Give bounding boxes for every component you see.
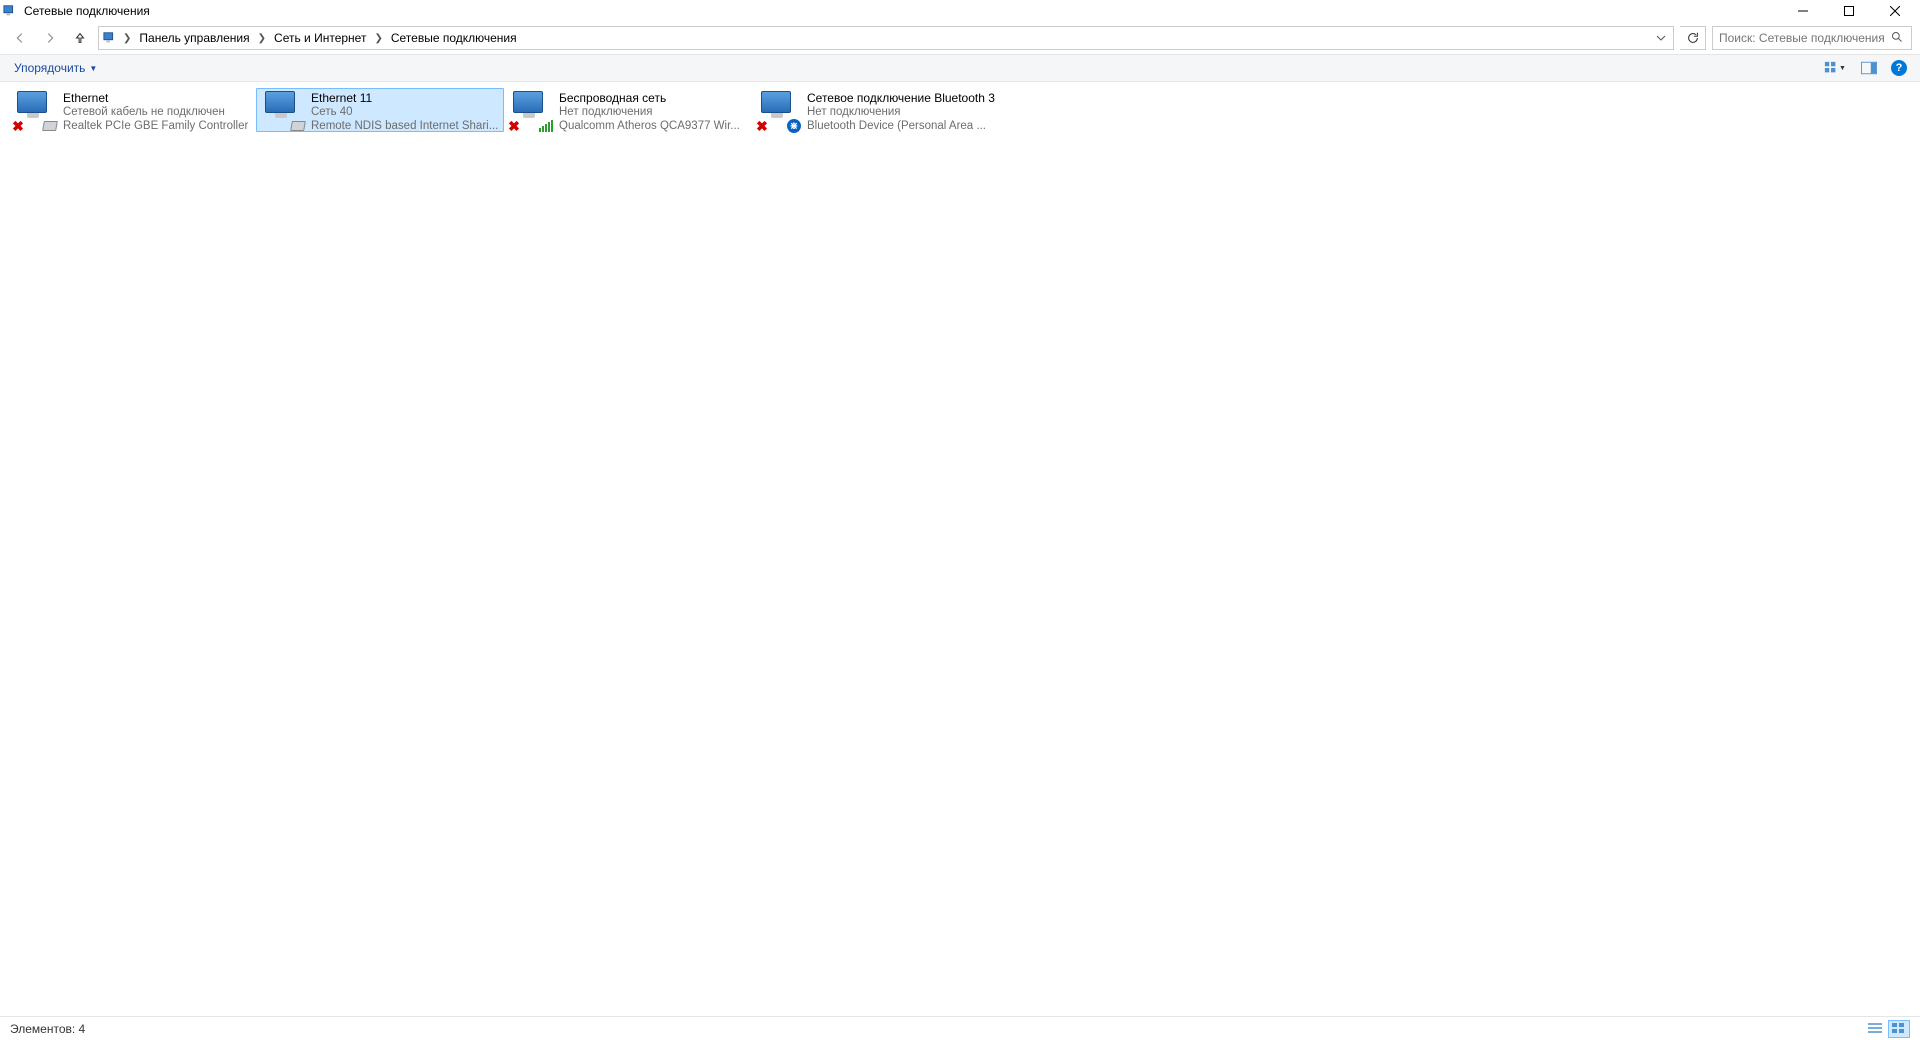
- close-button[interactable]: [1872, 0, 1918, 22]
- address-icon: [101, 29, 119, 47]
- search-input[interactable]: [1719, 31, 1891, 45]
- view-details-button[interactable]: [1864, 1020, 1886, 1038]
- minimize-button[interactable]: [1780, 0, 1826, 22]
- status-count-label: Элементов:: [10, 1022, 75, 1036]
- chevron-right-icon: ❯: [372, 33, 384, 44]
- adapter-status: Нет подключения: [559, 105, 749, 119]
- breadcrumb-item[interactable]: Панель управления: [135, 27, 253, 49]
- search-box[interactable]: [1712, 26, 1912, 50]
- device-overlay-icon: [291, 119, 305, 133]
- up-button[interactable]: [68, 26, 92, 50]
- adapter-name: Ethernet: [63, 91, 253, 105]
- adapter-icon: ✖: [11, 91, 59, 131]
- window-icon: [2, 3, 18, 19]
- back-button[interactable]: [8, 26, 32, 50]
- organize-button[interactable]: Упорядочить ▼: [8, 56, 103, 80]
- adapter-status: Сетевой кабель не подключен: [63, 105, 253, 119]
- adapter-item[interactable]: ✖ EthernetСетевой кабель не подключенReal…: [8, 88, 256, 132]
- nav-row: ❯ Панель управления ❯ Сеть и Интернет ❯ …: [0, 22, 1920, 54]
- chevron-right-icon: ❯: [121, 33, 133, 44]
- device-overlay-icon: [539, 119, 553, 133]
- adapter-name: Ethernet 11: [311, 91, 501, 105]
- maximize-button[interactable]: [1826, 0, 1872, 22]
- address-bar[interactable]: ❯ Панель управления ❯ Сеть и Интернет ❯ …: [98, 26, 1674, 50]
- refresh-button[interactable]: [1680, 26, 1706, 50]
- help-button[interactable]: ?: [1886, 56, 1912, 80]
- adapter-device: Remote NDIS based Internet Shari...: [311, 119, 501, 133]
- forward-button[interactable]: [38, 26, 62, 50]
- adapter-icon: ✖⋇: [755, 91, 803, 131]
- chevron-right-icon: ❯: [256, 33, 268, 44]
- chevron-down-icon: ▼: [89, 64, 97, 73]
- adapter-device: Qualcomm Atheros QCA9377 Wir...: [559, 119, 749, 133]
- view-tiles-button[interactable]: [1888, 1020, 1910, 1038]
- adapter-icon: [259, 91, 307, 131]
- view-options-button[interactable]: ▼: [1818, 56, 1852, 80]
- preview-pane-button[interactable]: [1856, 56, 1882, 80]
- adapter-name: Сетевое подключение Bluetooth 3: [807, 91, 997, 105]
- content-area[interactable]: ✖ EthernetСетевой кабель не подключенReal…: [0, 82, 1920, 1016]
- adapter-item[interactable]: ✖ Беспроводная сетьНет подключенияQualcom…: [504, 88, 752, 132]
- help-icon: ?: [1891, 60, 1907, 76]
- status-overlay-icon: ✖: [755, 119, 769, 133]
- status-overlay-icon: ✖: [507, 119, 521, 133]
- window-title: Сетевые подключения: [24, 4, 150, 18]
- breadcrumb-item[interactable]: Сетевые подключения: [387, 27, 521, 49]
- adapter-item[interactable]: Ethernet 11Сеть 40Remote NDIS based Inte…: [256, 88, 504, 132]
- chevron-down-icon: ▼: [1839, 65, 1846, 72]
- status-bar: Элементов: 4: [0, 1016, 1920, 1040]
- breadcrumb-item[interactable]: Сеть и Интернет: [270, 27, 370, 49]
- adapter-icon: ✖: [507, 91, 555, 131]
- search-icon: [1891, 31, 1905, 45]
- titlebar: Сетевые подключения: [0, 0, 1920, 22]
- adapter-status: Нет подключения: [807, 105, 997, 119]
- device-overlay-icon: ⋇: [787, 119, 801, 133]
- organize-label: Упорядочить: [14, 61, 85, 75]
- adapter-device: Realtek PCIe GBE Family Controller: [63, 119, 253, 133]
- command-bar: Упорядочить ▼ ▼ ?: [0, 54, 1920, 82]
- status-overlay-icon: ✖: [11, 119, 25, 133]
- adapter-device: Bluetooth Device (Personal Area ...: [807, 119, 997, 133]
- address-history-dropdown[interactable]: [1651, 27, 1671, 49]
- adapter-name: Беспроводная сеть: [559, 91, 749, 105]
- adapter-item[interactable]: ✖⋇Сетевое подключение Bluetooth 3Нет под…: [752, 88, 1000, 132]
- device-overlay-icon: [43, 119, 57, 133]
- adapter-status: Сеть 40: [311, 105, 501, 119]
- status-count: 4: [79, 1022, 86, 1036]
